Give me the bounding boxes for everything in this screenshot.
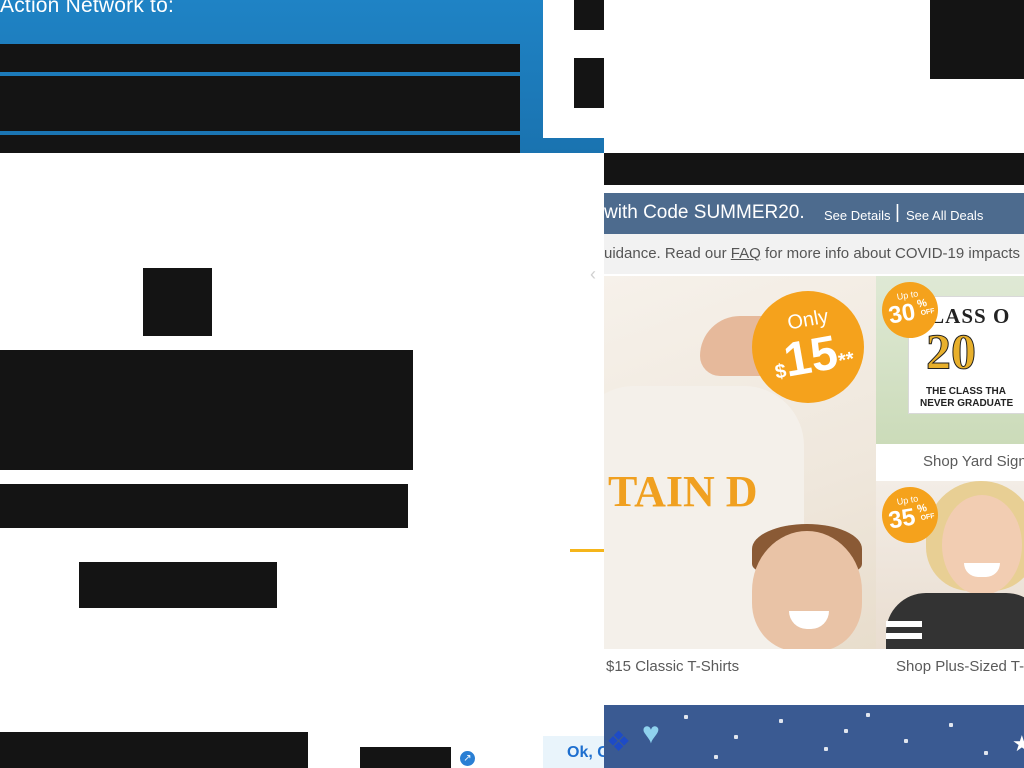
heart-icon: ♥ (642, 717, 660, 750)
yard-sign-line3: NEVER GRADUATE (920, 398, 1014, 409)
shirt-stripe (886, 621, 922, 627)
promo-text: with Code SUMMER20. (604, 202, 805, 223)
redacted-modal-footer-link[interactable] (360, 747, 451, 768)
covid-notice-text: uidance. Read our FAQ for more info abou… (604, 245, 1020, 262)
redacted-hero-block[interactable] (0, 76, 520, 131)
holiday-banner[interactable]: ❖ ♥ ★ (604, 705, 1024, 768)
tile-photo-face (942, 495, 1022, 595)
price-badge: Only $15** (752, 291, 864, 403)
shop-page: with Code SUMMER20. See Details | See Al… (604, 0, 1024, 768)
shirt-print-text: TAIN D (608, 467, 758, 516)
shirt-stripe (886, 633, 922, 639)
yard-sign-link[interactable]: Shop Yard Sign (923, 453, 1024, 470)
redacted-hero-field[interactable] (0, 44, 520, 72)
see-details-link[interactable]: See Details (824, 208, 890, 223)
confetti (734, 735, 738, 739)
redacted-header-block[interactable] (930, 0, 1024, 79)
consent-bar: Ok, C (543, 736, 604, 768)
accent-line (570, 549, 604, 552)
yard-sign-number: 20 (926, 323, 977, 380)
confetti (824, 747, 828, 751)
see-all-deals-link[interactable]: See All Deals (906, 208, 983, 223)
modal-dialog: ↗ (0, 153, 604, 768)
covid-notice: uidance. Read our FAQ for more info abou… (604, 234, 1024, 274)
classic-tshirt-tile[interactable]: TAIN D Only $15** (604, 276, 876, 649)
redacted-modal-footer-text (0, 732, 308, 768)
discount-badge-value: 30 (886, 298, 918, 330)
redacted-hero-strip (0, 135, 520, 153)
faq-link[interactable]: FAQ (731, 245, 761, 262)
hero-heading: Action Network to: (0, 0, 174, 17)
bow-icon: ❖ (606, 726, 632, 757)
covid-prefix: uidance. Read our (604, 245, 731, 262)
hero-banner: Action Network to: (0, 0, 604, 153)
redacted-modal-logo (143, 268, 212, 336)
price-badge-mark: ** (836, 348, 856, 373)
price-badge-value: 15 (779, 326, 842, 388)
star-icon: ★ (1012, 731, 1024, 756)
redacted-modal-button[interactable] (79, 562, 277, 608)
confetti (779, 719, 783, 723)
yard-sign-tile[interactable]: CLASS O 20 THE CLASS THA NEVER GRADUATE … (876, 276, 1024, 444)
confetti (984, 751, 988, 755)
discount-badge-off: OFF (920, 512, 936, 523)
tile-photo-kid (752, 531, 862, 649)
discount-badge-value: 35 (886, 503, 918, 535)
promo-bar: with Code SUMMER20. See Details | See Al… (604, 193, 1024, 234)
redacted-side-top (574, 0, 604, 30)
confetti (714, 755, 718, 759)
redacted-nav-bar[interactable] (604, 153, 1024, 185)
redacted-side-middle (574, 58, 604, 108)
external-link-icon[interactable]: ↗ (460, 751, 475, 766)
confetti (949, 723, 953, 727)
confetti (684, 715, 688, 719)
covid-suffix: for more info about COVID-19 impacts (760, 245, 1021, 262)
chevron-left-icon[interactable]: ‹ (590, 264, 604, 284)
plus-size-link[interactable]: Shop Plus-Sized T- (896, 658, 1024, 675)
consent-ok-button[interactable]: Ok, C (567, 744, 604, 762)
plus-size-tile[interactable]: Up to 35 % OFF (876, 481, 1024, 649)
classic-tshirt-link[interactable]: $15 Classic T-Shirts (606, 658, 739, 675)
discount-badge-off: OFF (920, 307, 936, 318)
redacted-modal-title (0, 350, 413, 470)
confetti (844, 729, 848, 733)
confetti (866, 713, 870, 717)
screen: Action Network to: ↗ Ok, C ‹ with Code S… (0, 0, 1024, 768)
promo-separator: | (895, 202, 900, 223)
redacted-modal-subtitle (0, 484, 408, 528)
yard-sign-line2: THE CLASS THA (926, 386, 1006, 397)
confetti (904, 739, 908, 743)
